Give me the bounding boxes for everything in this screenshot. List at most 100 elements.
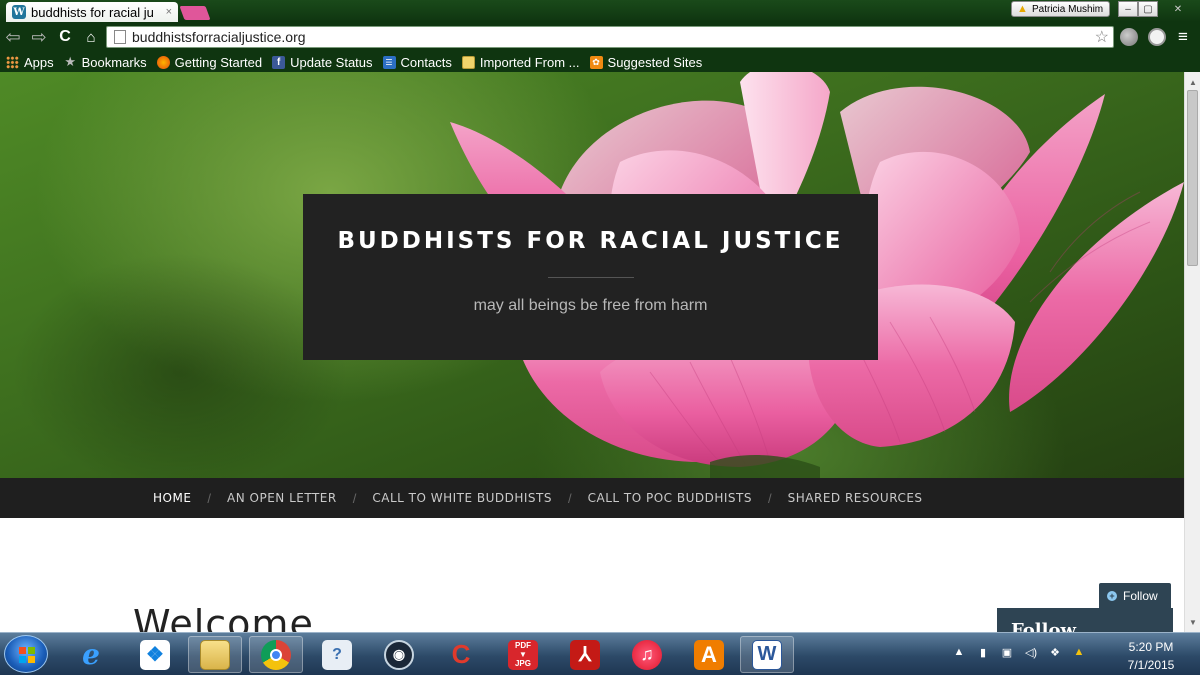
power-icon[interactable]: ▮	[976, 645, 990, 659]
pdf-to-jpg-icon: PDF ▼ JPG	[508, 639, 538, 670]
nav-item-home[interactable]: HOME	[153, 491, 191, 505]
page-icon	[114, 30, 126, 44]
bookmark-label: Getting Started	[174, 54, 263, 70]
site-navigation: HOME / AN OPEN LETTER / CALL TO WHITE BU…	[0, 478, 1184, 518]
start-button[interactable]	[4, 635, 48, 673]
address-bar[interactable]: buddhistsforracialjustice.org ☆	[106, 26, 1114, 48]
follow-panel: Follow	[997, 608, 1173, 632]
tab-close-icon[interactable]: ×	[166, 6, 172, 18]
taskbar-adobe-reader[interactable]: ⅄	[558, 636, 612, 673]
chrome-menu-icon[interactable]: ≡	[1178, 27, 1188, 47]
taskbar-steam[interactable]: ◉	[372, 636, 426, 673]
extension-globe-icon[interactable]	[1120, 28, 1138, 46]
taskbar-avast[interactable]: A	[682, 636, 736, 673]
word-icon: W	[752, 639, 782, 670]
system-tray: ▲ ▮ ▣ ◁) ❖ ▲	[952, 645, 1096, 659]
taskbar-internet-explorer[interactable]: e	[64, 636, 118, 673]
dropbox-tray-icon[interactable]: ❖	[1048, 645, 1062, 659]
bookmark-bookmarks[interactable]: ★ Bookmarks	[64, 54, 147, 70]
forward-button[interactable]: ⇨	[26, 27, 52, 48]
minimize-button[interactable]: –	[1118, 1, 1138, 17]
google-drive-icon[interactable]: ▲	[1072, 645, 1086, 659]
maximize-button[interactable]: ▢	[1138, 1, 1158, 17]
extension-circle-icon[interactable]	[1148, 28, 1166, 46]
windows-logo-icon	[19, 647, 35, 663]
hero-lotus-image: BUDDHISTS FOR RACIAL JUSTICE may all bei…	[0, 72, 1184, 478]
pdf-label: PDF	[515, 641, 531, 650]
network-icon[interactable]: ▣	[1000, 645, 1014, 659]
site-tagline: may all beings be free from harm	[473, 297, 708, 314]
internet-explorer-icon: e	[82, 638, 100, 671]
site-title-box: BUDDHISTS FOR RACIAL JUSTICE may all bei…	[303, 194, 878, 360]
bookmark-imported-from[interactable]: Imported From ...	[461, 54, 580, 70]
dropbox-icon: ❖	[140, 639, 170, 670]
scroll-thumb[interactable]	[1187, 90, 1198, 266]
address-url[interactable]: buddhistsforracialjustice.org	[132, 29, 1095, 45]
help-icon: ?	[322, 639, 352, 670]
folder-icon	[461, 55, 475, 69]
show-hidden-icons-icon[interactable]: ▲	[952, 645, 966, 659]
browser-titlebar: W buddhists for racial ju × ▲ Patricia M…	[0, 0, 1200, 22]
taskbar-word[interactable]: W	[740, 636, 794, 673]
browser-toolbar: ⇦ ⇨ C ⌂ buddhistsforracialjustice.org ☆ …	[0, 22, 1200, 52]
avast-icon: A	[694, 639, 724, 670]
nav-separator: /	[568, 490, 572, 506]
contacts-icon: ☰	[382, 55, 396, 69]
bookmark-star-icon[interactable]: ☆	[1095, 27, 1109, 47]
bookmark-label: Suggested Sites	[607, 54, 703, 70]
follow-button-label: Follow	[1123, 589, 1158, 603]
bookmark-label: Contacts	[400, 54, 452, 70]
bookmark-getting-started[interactable]: Getting Started	[156, 54, 263, 70]
star-icon: ★	[64, 54, 76, 69]
taskbar-chrome[interactable]	[249, 636, 303, 673]
page-viewport: BUDDHISTS FOR RACIAL JUSTICE may all bei…	[0, 72, 1184, 632]
steam-icon: ◉	[384, 639, 414, 670]
bookmark-update-status[interactable]: f Update Status	[272, 54, 373, 70]
taskbar-ccleaner[interactable]: C	[434, 636, 488, 673]
bookmark-contacts[interactable]: ☰ Contacts	[382, 54, 452, 70]
scroll-down-arrow-icon[interactable]: ▼	[1185, 614, 1200, 630]
system-clock[interactable]: 5:20 PM 7/1/2015	[1112, 638, 1190, 674]
volume-icon[interactable]: ◁)	[1024, 645, 1038, 659]
taskbar-pdf-to-jpg[interactable]: PDF ▼ JPG	[496, 636, 550, 673]
bookmark-label: Bookmarks	[81, 54, 147, 70]
wordpress-favicon-icon: W	[12, 5, 26, 19]
bookmark-suggested-sites[interactable]: ✿ Suggested Sites	[589, 54, 703, 70]
apps-grid-icon	[6, 55, 19, 69]
taskbar-itunes[interactable]: ♫	[620, 636, 674, 673]
nav-item-shared-resources[interactable]: SHARED RESOURCES	[788, 491, 923, 505]
nav-item-call-to-white-buddhists[interactable]: CALL TO WHITE BUDDHISTS	[372, 491, 552, 505]
scroll-up-arrow-icon[interactable]: ▲	[1185, 74, 1200, 90]
back-button[interactable]: ⇦	[0, 27, 26, 48]
profile-button[interactable]: ▲ Patricia Mushim	[1011, 1, 1111, 17]
welcome-heading: Welcome	[133, 602, 314, 632]
follow-panel-title: Follow	[1011, 620, 1076, 632]
bookmarks-bar: Apps ★ Bookmarks Getting Started f Update …	[0, 52, 1200, 72]
itunes-icon: ♫	[632, 639, 662, 670]
folder-icon	[200, 639, 230, 670]
taskbar-dropbox[interactable]: ❖	[128, 636, 182, 673]
adobe-reader-icon: ⅄	[570, 639, 600, 670]
bookmark-label: Imported From ...	[479, 54, 580, 70]
reload-button[interactable]: C	[52, 28, 78, 46]
nav-item-call-to-poc-buddhists[interactable]: CALL TO POC BUDDHISTS	[588, 491, 752, 505]
plus-icon: +	[1107, 591, 1117, 601]
taskbar-help[interactable]: ?	[310, 636, 364, 673]
home-button[interactable]: ⌂	[78, 29, 104, 46]
page-scrollbar[interactable]: ▲ ▼	[1184, 72, 1200, 632]
bookmark-label: Update Status	[290, 54, 373, 70]
nav-separator: /	[207, 490, 212, 506]
follow-button[interactable]: + Follow	[1099, 583, 1171, 609]
taskbar-file-explorer[interactable]	[188, 636, 242, 673]
window-controls: – ▢ ✕	[1118, 1, 1198, 17]
nav-item-open-letter[interactable]: AN OPEN LETTER	[227, 491, 337, 505]
ccleaner-icon: C	[451, 639, 471, 669]
site-title[interactable]: BUDDHISTS FOR RACIAL JUSTICE	[303, 228, 878, 254]
close-window-button[interactable]: ✕	[1158, 1, 1198, 17]
clock-date: 7/1/2015	[1127, 658, 1175, 672]
new-tab-button[interactable]	[179, 6, 211, 20]
clock-time: 5:20 PM	[1128, 640, 1174, 654]
nav-separator: /	[768, 490, 772, 506]
browser-tab[interactable]: W buddhists for racial ju ×	[6, 2, 178, 22]
bookmark-apps[interactable]: Apps	[6, 55, 54, 70]
